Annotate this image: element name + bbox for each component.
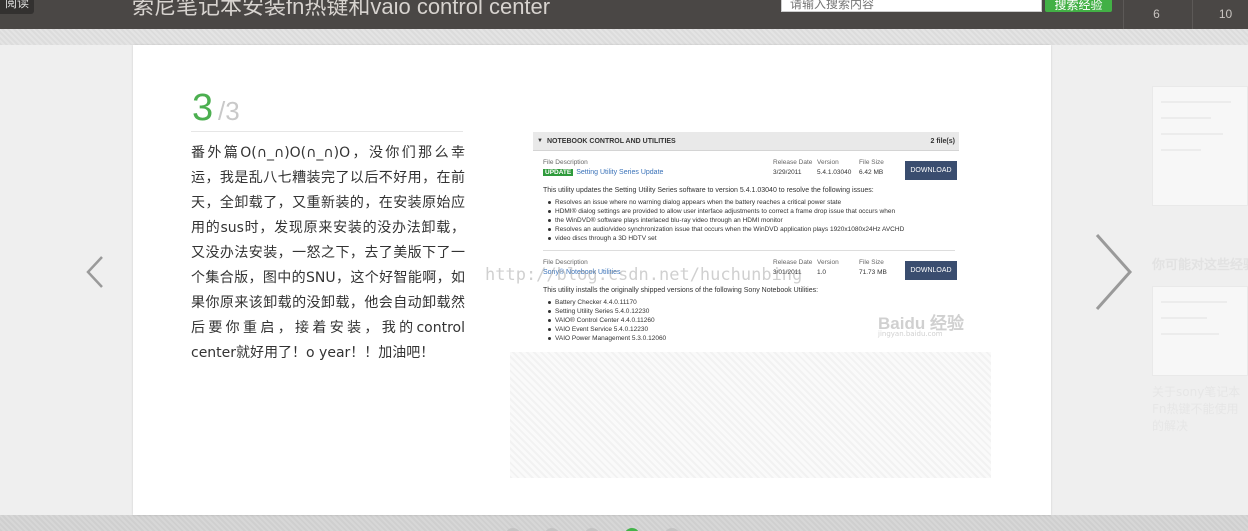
- top-bar: 阅读 索尼笔记本安装fn热键和vaio control center 搜索经验 …: [0, 0, 1248, 29]
- update-badge: UPDATE: [543, 169, 574, 176]
- stat-count-2[interactable]: 10: [1192, 0, 1248, 29]
- related-link[interactable]: 关于sony笔记本Fn热键不能使用的解决: [1152, 384, 1248, 435]
- related-thumbnail[interactable]: [1152, 286, 1248, 376]
- page-title: 索尼笔记本安装fn热键和vaio control center: [132, 0, 551, 19]
- col-label-size: File Size: [859, 159, 884, 166]
- background-strip-bottom: [0, 515, 1248, 531]
- step-number: 3: [192, 87, 214, 129]
- list-item: Resolves an audio/video synchronization …: [547, 225, 904, 234]
- step-divider: [191, 131, 463, 132]
- list-item: VAIO Power Management 5.3.0.12060: [547, 334, 666, 343]
- step-total: /3: [218, 96, 240, 126]
- list-item: VAIO Event Service 5.4.0.12230: [547, 325, 666, 334]
- utility-list: Battery Checker 4.4.0.11170 Setting Util…: [547, 298, 666, 343]
- background-strip-top: [0, 29, 1248, 45]
- related-heading: 你可能对这些经验感兴趣: [1152, 258, 1248, 273]
- list-item: video discs through a 3D HDTV set: [547, 234, 904, 243]
- file-size: 71.73 MB: [859, 269, 887, 276]
- list-item: VAIO® Control Center 4.4.0.11260: [547, 316, 666, 325]
- step-description: 番外篇O(∩_∩)O(∩_∩)O，没你们那么幸运，我是乱八七糟装完了以后不好用，…: [191, 145, 465, 361]
- collapse-triangle-icon: ▼: [537, 138, 543, 144]
- section-header: ▼ NOTEBOOK CONTROL AND UTILITIES 2 file(…: [533, 132, 959, 151]
- release-date: 3/29/2011: [773, 169, 802, 176]
- file-description: This utility installs the originally shi…: [543, 287, 819, 294]
- list-item: Battery Checker 4.4.0.11170: [547, 298, 666, 307]
- list-item: Resolves an issue where no warning dialo…: [547, 198, 904, 207]
- download-button[interactable]: DOWNLOAD: [905, 161, 957, 180]
- col-label-date: Release Date: [773, 159, 813, 166]
- col-label-version: Version: [817, 259, 839, 266]
- file-count: 2 file(s): [930, 138, 955, 145]
- thumbnail-line: [1161, 133, 1223, 135]
- file-size: 6.42 MB: [859, 169, 884, 176]
- file-row: File Description Release Date Version Fi…: [543, 159, 957, 251]
- chevron-right-icon[interactable]: [1093, 232, 1135, 312]
- search-button[interactable]: 搜索经验: [1045, 0, 1112, 12]
- thumbnail-line: [1161, 117, 1211, 119]
- thumbnail-line: [1161, 101, 1231, 103]
- baidu-url-watermark: jingyan.baidu.com: [878, 330, 943, 338]
- col-label-size: File Size: [859, 259, 884, 266]
- version: 5.4.1.03040: [817, 169, 852, 176]
- stat-count-1[interactable]: 6: [1123, 0, 1189, 29]
- image-placeholder-pattern: [510, 352, 991, 478]
- file-description: This utility updates the Setting Utility…: [543, 187, 874, 194]
- chevron-left-icon[interactable]: [84, 255, 106, 289]
- download-button[interactable]: DOWNLOAD: [905, 261, 957, 280]
- search-input[interactable]: [781, 0, 1042, 12]
- section-title: NOTEBOOK CONTROL AND UTILITIES: [547, 138, 676, 145]
- step-card: 3 /3 番外篇O(∩_∩)O(∩_∩)O，没你们那么幸运，我是乱八七糟装完了以…: [133, 45, 1051, 515]
- file-name-label: Setting Utility Series Update: [576, 169, 664, 176]
- thumbnail-line: [1161, 333, 1219, 335]
- thumbnail-line: [1161, 301, 1227, 303]
- issue-list: Resolves an issue where no warning dialo…: [547, 198, 904, 243]
- list-item: HDMI® dialog settings are provided to al…: [547, 207, 904, 216]
- blog-watermark: http://blog.csdn.net/huchunbing: [485, 265, 803, 285]
- related-thumbnail[interactable]: [1152, 86, 1248, 206]
- col-label-description: File Description: [543, 159, 588, 166]
- thumbnail-line: [1161, 149, 1201, 151]
- version: 1.0: [817, 269, 827, 276]
- file-name[interactable]: UPDATE Setting Utility Series Update: [543, 169, 663, 176]
- list-item: the WinDVD® software plays interlaced bl…: [547, 216, 904, 225]
- col-label-version: Version: [817, 159, 839, 166]
- read-mode-button[interactable]: 阅读: [0, 0, 34, 14]
- thumbnail-line: [1161, 317, 1207, 319]
- list-item: Setting Utility Series 5.4.0.12230: [547, 307, 666, 316]
